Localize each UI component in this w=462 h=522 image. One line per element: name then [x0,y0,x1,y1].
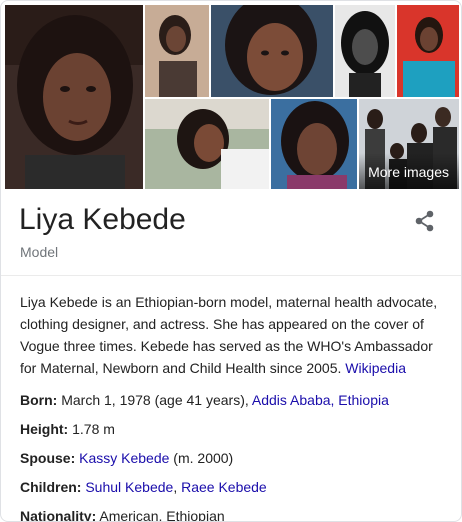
gallery-photo[interactable] [271,99,357,189]
knowledge-panel: More images Liya Kebede Model Liya Kebed… [0,0,462,522]
share-icon [415,210,434,232]
wikipedia-link[interactable]: Wikipedia [345,360,406,376]
fact-value: (m. 2000) [169,450,234,466]
fact-label: Spouse: [20,450,76,466]
gallery-photo[interactable] [211,5,333,97]
fact-value: March 1, 1978 (age 41 years), [57,392,252,408]
fact-label: Children: [20,479,82,495]
fact-children: Children: Suhul Kebede, Raee Kebede [20,473,450,502]
fact-value: American, Ethiopian [96,508,225,522]
fact-spouse: Spouse: Kassy Kebede (m. 2000) [20,444,450,473]
fact-nationality: Nationality: American, Ethiopian [20,502,450,522]
fact-value: 1.78 m [68,421,115,437]
panel-header: Liya Kebede Model [1,189,461,276]
gallery-photo[interactable] [335,5,395,97]
child-link[interactable]: Suhul Kebede [85,479,173,495]
facts-list: Born: March 1, 1978 (age 41 years), Addi… [20,386,450,522]
fact-height: Height: 1.78 m [20,415,450,444]
share-button[interactable] [411,207,439,235]
fact-label: Nationality: [20,508,97,522]
fact-label: Height: [20,421,69,437]
fact-born: Born: March 1, 1978 (age 41 years), Addi… [20,386,450,415]
more-images-tile[interactable]: More images [359,99,459,189]
image-gallery: More images [5,5,459,189]
more-images-overlay: More images [359,153,459,189]
spouse-link[interactable]: Kassy Kebede [79,450,169,466]
birthplace-link[interactable]: Addis Ababa, Ethiopia [252,392,389,408]
entity-name: Liya Kebede [19,203,186,236]
more-images-label: More images [368,164,449,180]
entity-occupation: Model [20,244,59,260]
gallery-photo[interactable] [397,5,459,97]
gallery-photo[interactable] [145,5,209,97]
gallery-photo[interactable] [145,99,269,189]
fact-separator: , [173,479,182,495]
fact-label: Born: [20,392,58,408]
child-link[interactable]: Raee Kebede [181,479,267,495]
entity-description: Liya Kebede is an Ethiopian-born model, … [20,291,446,379]
main-photo[interactable] [5,5,143,189]
